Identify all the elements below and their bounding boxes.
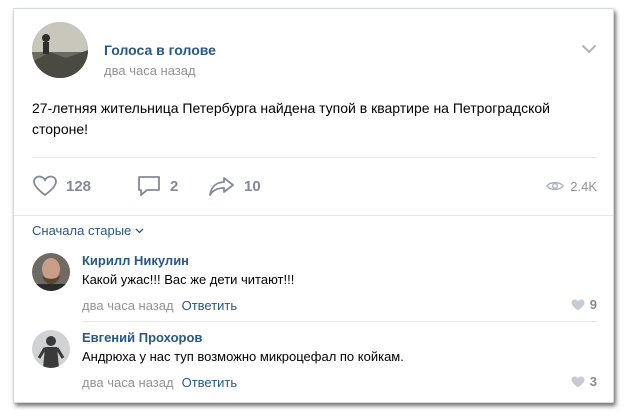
chevron-down-icon[interactable] [581, 44, 597, 54]
post-header: Голоса в голове два часа назад [32, 22, 597, 80]
comment-like-count: 3 [589, 374, 597, 389]
comment-author-link[interactable]: Кирилл Никулин [82, 253, 189, 268]
reply-button[interactable]: Ответить [182, 298, 238, 313]
avatar[interactable] [32, 330, 70, 368]
divider [32, 157, 597, 158]
comment-like-count: 9 [589, 297, 597, 312]
comment-text: Какой ужас!!! Вас же дети читают!!! [82, 272, 295, 287]
chevron-down-icon [135, 228, 144, 233]
post-timestamp[interactable]: два часа назад [104, 63, 196, 78]
like-count: 128 [66, 177, 92, 195]
sort-label: Сначала старые [32, 223, 132, 238]
comments-sort-dropdown[interactable]: Сначала старые [32, 223, 144, 238]
post-actions: 128 2 10 2.4K [32, 169, 597, 203]
comment-meta: два часа назад Ответить [82, 375, 237, 390]
group-avatar[interactable] [32, 22, 88, 78]
eye-icon [546, 181, 565, 191]
comment-text: Андрюха у нас туп возможно микроцефал по… [82, 349, 404, 364]
views-counter: 2.4K [546, 169, 597, 203]
comment-count: 2 [170, 177, 179, 195]
share-count: 10 [244, 177, 261, 195]
heart-icon [571, 299, 585, 310]
like-button[interactable]: 128 [32, 169, 91, 203]
comment-like-button[interactable]: 3 [571, 374, 597, 389]
reply-button[interactable]: Ответить [182, 375, 238, 390]
views-count: 2.4K [570, 178, 597, 194]
comment-button[interactable]: 2 [136, 169, 178, 203]
post-card: Голоса в голове два часа назад 27-летняя… [13, 8, 614, 403]
group-name-link[interactable]: Голоса в голове [104, 42, 216, 58]
share-icon [209, 177, 234, 196]
comment-meta: два часа назад Ответить [82, 298, 237, 313]
avatar[interactable] [32, 253, 70, 291]
heart-icon [571, 376, 585, 387]
share-button[interactable]: 10 [208, 169, 261, 203]
post-text: 27-летняя жительница Петербурга найдена … [32, 100, 550, 137]
comment-timestamp[interactable]: два часа назад [82, 375, 174, 390]
divider [14, 215, 613, 216]
divider [82, 321, 597, 322]
comment-timestamp[interactable]: два часа назад [82, 298, 174, 313]
comment-author-link[interactable]: Евгений Прохоров [82, 330, 202, 345]
heart-icon [33, 175, 57, 197]
comment-like-button[interactable]: 9 [571, 297, 597, 312]
comment-icon [138, 176, 160, 196]
